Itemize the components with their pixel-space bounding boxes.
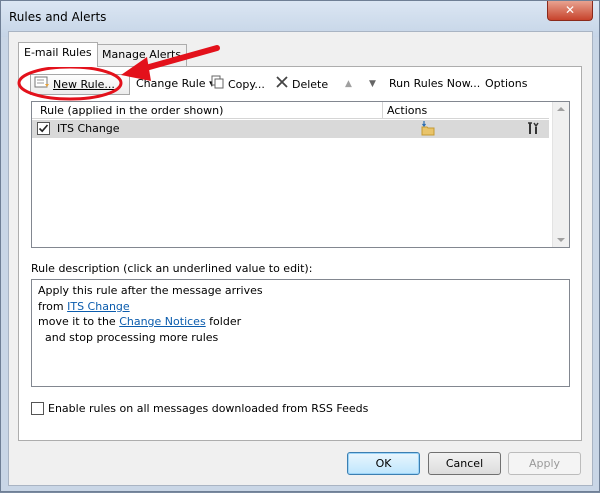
delete-label: Delete <box>292 78 329 91</box>
email-rules-panel: New Rule... Change Rule ▾ Copy... <box>18 66 582 441</box>
new-rule-label: New Rule... <box>53 78 115 91</box>
close-button[interactable]: ✕ <box>547 1 593 21</box>
description-from-text: from <box>38 299 68 313</box>
close-icon: ✕ <box>564 3 576 17</box>
rss-rules-option[interactable]: Enable rules on all messages downloaded … <box>31 401 369 416</box>
copy-button[interactable]: Copy... <box>211 75 265 93</box>
apply-button[interactable]: Apply <box>508 452 581 475</box>
rule-description-label: Rule description (click an underlined va… <box>31 262 313 275</box>
ok-button[interactable]: OK <box>347 452 420 475</box>
rule-row[interactable]: ITS Change <box>32 120 549 138</box>
copy-icon <box>211 75 225 95</box>
run-rules-now-button[interactable]: Run Rules Now... <box>389 75 480 93</box>
description-line-3: move it to the Change Notices folder <box>38 314 563 330</box>
rules-and-alerts-window: Rules and Alerts ✕ E-mail Rules Manage A… <box>0 0 600 492</box>
tab-manage-alerts-label: Manage Alerts <box>102 48 182 61</box>
change-notices-folder-link[interactable]: Change Notices <box>119 315 206 328</box>
change-rule-label: Change Rule <box>136 77 206 90</box>
column-actions[interactable]: Actions <box>387 103 427 118</box>
options-label: Options <box>485 77 528 90</box>
checkbox-checked-icon <box>38 124 49 133</box>
delete-button[interactable]: Delete <box>275 75 328 93</box>
rss-rules-checkbox[interactable] <box>31 401 44 415</box>
column-separator[interactable] <box>382 102 383 119</box>
move-up-button[interactable]: ▲ <box>345 75 352 93</box>
rss-rules-label: Enable rules on all messages downloaded … <box>48 402 369 415</box>
scroll-down-icon[interactable] <box>557 238 565 242</box>
rules-list-header: Rule (applied in the order shown) Action… <box>32 102 549 119</box>
description-folder-text: folder <box>205 315 242 328</box>
scroll-up-icon[interactable] <box>557 107 565 111</box>
delete-icon <box>275 75 289 95</box>
description-line-4: and stop processing more rules <box>38 330 219 344</box>
options-button[interactable]: Options <box>485 75 527 93</box>
tab-manage-alerts[interactable]: Manage Alerts <box>96 44 188 66</box>
new-rule-icon <box>34 75 50 95</box>
rules-list-scrollbar[interactable] <box>552 102 569 247</box>
description-move-text: move it to the <box>38 315 120 328</box>
run-rules-now-label: Run Rules Now... <box>389 77 481 90</box>
move-down-button[interactable]: ▼ <box>369 75 376 93</box>
copy-label: Copy... <box>228 78 265 91</box>
move-down-icon: ▼ <box>369 79 376 89</box>
new-rule-item[interactable]: New Rule... <box>34 75 115 93</box>
rule-description-box: Apply this rule after the message arrive… <box>31 279 570 387</box>
description-line-1: Apply this rule after the message arrive… <box>38 284 263 297</box>
change-rule-button[interactable]: Change Rule ▾ <box>136 75 215 93</box>
folder-move-icon <box>420 120 436 140</box>
rule-name: ITS Change <box>57 122 120 135</box>
rules-list[interactable]: Rule (applied in the order shown) Action… <box>31 101 570 248</box>
tab-email-rules[interactable]: E-mail Rules <box>18 42 98 67</box>
tools-icon <box>527 121 541 139</box>
window-title: Rules and Alerts <box>9 10 107 24</box>
rules-toolbar: New Rule... Change Rule ▾ Copy... <box>27 72 575 96</box>
tab-email-rules-label: E-mail Rules <box>24 46 92 59</box>
move-up-icon: ▲ <box>345 79 352 89</box>
column-rule[interactable]: Rule (applied in the order shown) <box>40 103 223 118</box>
rule-enabled-checkbox[interactable] <box>37 122 50 135</box>
description-line-2: from ITS Change <box>38 299 563 315</box>
from-its-change-link[interactable]: ITS Change <box>67 300 130 313</box>
cancel-button[interactable]: Cancel <box>428 452 501 475</box>
dialog-client-area: E-mail Rules Manage Alerts New Rule... C… <box>8 31 593 486</box>
